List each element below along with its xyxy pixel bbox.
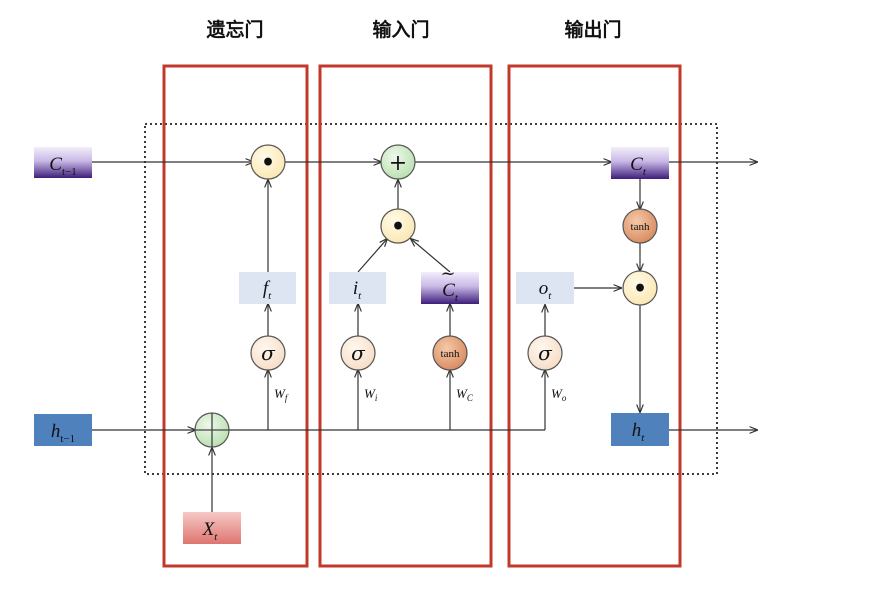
input-sigma-node: σ xyxy=(340,335,376,371)
x-input-box: Xt xyxy=(183,512,241,544)
output-gate-title: 输出门 xyxy=(564,18,621,41)
output-multiply-node: • xyxy=(622,270,658,306)
forget-gate-frame xyxy=(162,64,309,568)
c-prev-label: C xyxy=(49,154,62,175)
forget-value-box: ft xyxy=(239,272,296,304)
multiply-icon: • xyxy=(261,150,275,176)
svg-text:Wo: Wo xyxy=(551,386,567,403)
h-prev-label: h xyxy=(51,421,61,442)
connections xyxy=(92,162,757,512)
cell-add-node: + xyxy=(380,144,416,180)
multiply-icon: • xyxy=(391,214,405,240)
forget-gate-title: 遗忘门 xyxy=(205,18,263,41)
h-out-box: ht xyxy=(611,413,669,446)
output-sigma-node: σ xyxy=(527,335,563,371)
input-value-box: it xyxy=(329,272,386,304)
wc-sub: C xyxy=(467,393,474,403)
sigma-icon: σ xyxy=(351,341,366,365)
candidate-cell-box: ~ Ct xyxy=(421,263,479,304)
output-value-box: ot xyxy=(516,272,574,304)
tanh-label: tanh xyxy=(631,221,650,233)
o-label: o xyxy=(539,278,549,299)
output-gate-frame xyxy=(507,64,682,568)
concat-node xyxy=(194,412,230,448)
c-prev-sub: t−1 xyxy=(62,166,77,178)
input-multiply-node: • xyxy=(380,208,416,244)
output-tanh-node: tanh xyxy=(622,208,658,244)
tanh-label: tanh xyxy=(441,348,460,360)
svg-text:Wi: Wi xyxy=(364,386,378,403)
input-gate-frame xyxy=(318,64,493,568)
svg-text:Wf: Wf xyxy=(274,386,289,403)
sigma-icon: σ xyxy=(261,341,276,365)
h-prev-box: ht−1 xyxy=(34,414,92,446)
svg-text:WC: WC xyxy=(456,386,474,403)
h-prev-sub: t−1 xyxy=(60,433,75,445)
input-gate-title: 输入门 xyxy=(372,18,429,41)
candidate-label: C xyxy=(442,280,455,301)
multiply-icon: • xyxy=(633,276,647,302)
input-tanh-node: tanh xyxy=(432,335,468,371)
c-prev-box: Ct−1 xyxy=(34,147,92,178)
wi-sub: i xyxy=(375,393,378,403)
plus-icon: + xyxy=(389,151,407,176)
lstm-diagram: 遗忘门 输入门 输出门 Ct−1 ht−1 Xt ft it ~ Ct ot C… xyxy=(34,18,869,568)
wf-sub: f xyxy=(285,393,289,403)
sigma-icon: σ xyxy=(538,341,553,365)
cell-state-box: Ct xyxy=(611,147,669,179)
wo-sub: o xyxy=(562,393,567,403)
c-out-label: C xyxy=(630,154,643,175)
h-out-label: h xyxy=(632,420,642,441)
forget-sigma-node: σ xyxy=(250,335,286,371)
forget-multiply-node: • xyxy=(250,144,286,180)
